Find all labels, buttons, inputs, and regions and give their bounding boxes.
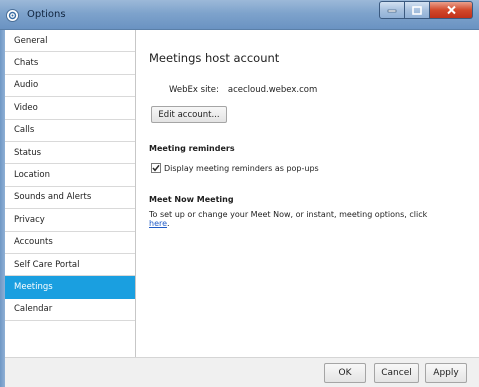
- reminders-popup-label: Display meeting reminders as pop-ups: [164, 163, 319, 173]
- minimize-button[interactable]: [379, 1, 405, 19]
- close-icon: [446, 5, 456, 15]
- dialog-footer: OK Cancel Apply: [5, 357, 479, 387]
- checkmark-icon: [152, 164, 160, 172]
- window-controls: [379, 1, 473, 19]
- title-bar: Options: [0, 0, 479, 30]
- webex-site-label: WebEx site:: [169, 85, 219, 95]
- sidebar-item-label: Calendar: [14, 304, 53, 315]
- meet-now-description: To set up or change your Meet Now, or in…: [149, 210, 469, 228]
- sidebar-item-accounts[interactable]: Accounts: [5, 232, 135, 254]
- meet-now-here-link[interactable]: here: [149, 219, 167, 228]
- sidebar-item-label: Self Care Portal: [14, 259, 80, 270]
- sidebar-item-label: General: [14, 35, 48, 46]
- options-app-icon: [6, 9, 19, 22]
- ok-button[interactable]: OK: [324, 363, 366, 383]
- sidebar-item-meetings[interactable]: Meetings: [5, 276, 135, 299]
- meet-now-period: .: [167, 219, 170, 228]
- minimize-icon: [387, 9, 397, 13]
- edit-account-button[interactable]: Edit account...: [151, 106, 227, 123]
- options-sidebar: General Chats Audio Video Calls Status L…: [5, 30, 136, 357]
- webex-site-row: WebEx site: acecloud.webex.com: [169, 85, 317, 95]
- sidebar-item-label: Location: [14, 170, 50, 181]
- sidebar-item-label: Accounts: [14, 237, 53, 248]
- sidebar-item-label: Chats: [14, 58, 39, 69]
- reminders-popup-checkbox[interactable]: [151, 163, 161, 173]
- sidebar-item-general[interactable]: General: [5, 30, 135, 53]
- sidebar-item-label: Status: [14, 147, 42, 158]
- meeting-reminders-heading: Meeting reminders: [149, 144, 235, 153]
- sidebar-item-self-care-portal[interactable]: Self Care Portal: [5, 254, 135, 277]
- sidebar-item-calendar[interactable]: Calendar: [5, 299, 135, 322]
- sidebar-item-location[interactable]: Location: [5, 164, 135, 187]
- section-title: Meetings host account: [149, 51, 280, 65]
- sidebar-item-label: Video: [14, 102, 38, 113]
- window-title: Options: [27, 9, 66, 20]
- maximize-button[interactable]: [405, 1, 430, 19]
- reminders-popup-option[interactable]: Display meeting reminders as pop-ups: [151, 163, 319, 173]
- meet-now-text: To set up or change your Meet Now, or in…: [149, 210, 428, 219]
- sidebar-item-label: Meetings: [14, 281, 53, 292]
- sidebar-item-label: Sounds and Alerts: [14, 192, 92, 203]
- sidebar-item-status[interactable]: Status: [5, 142, 135, 165]
- sidebar-item-label: Calls: [14, 125, 35, 136]
- sidebar-item-chats[interactable]: Chats: [5, 52, 135, 75]
- close-button[interactable]: [430, 1, 473, 19]
- apply-button[interactable]: Apply: [425, 363, 467, 383]
- sidebar-item-calls[interactable]: Calls: [5, 120, 135, 142]
- sidebar-item-privacy[interactable]: Privacy: [5, 209, 135, 232]
- meetings-panel: Meetings host account WebEx site: aceclou…: [137, 30, 479, 357]
- meet-now-heading: Meet Now Meeting: [149, 195, 234, 204]
- sidebar-item-label: Privacy: [14, 214, 45, 225]
- maximize-icon: [412, 5, 422, 15]
- sidebar-item-label: Audio: [14, 80, 39, 91]
- sidebar-item-sounds-and-alerts[interactable]: Sounds and Alerts: [5, 187, 135, 210]
- cancel-button[interactable]: Cancel: [374, 363, 419, 383]
- sidebar-item-audio[interactable]: Audio: [5, 75, 135, 98]
- sidebar-item-video[interactable]: Video: [5, 97, 135, 120]
- webex-site-value: acecloud.webex.com: [227, 85, 318, 95]
